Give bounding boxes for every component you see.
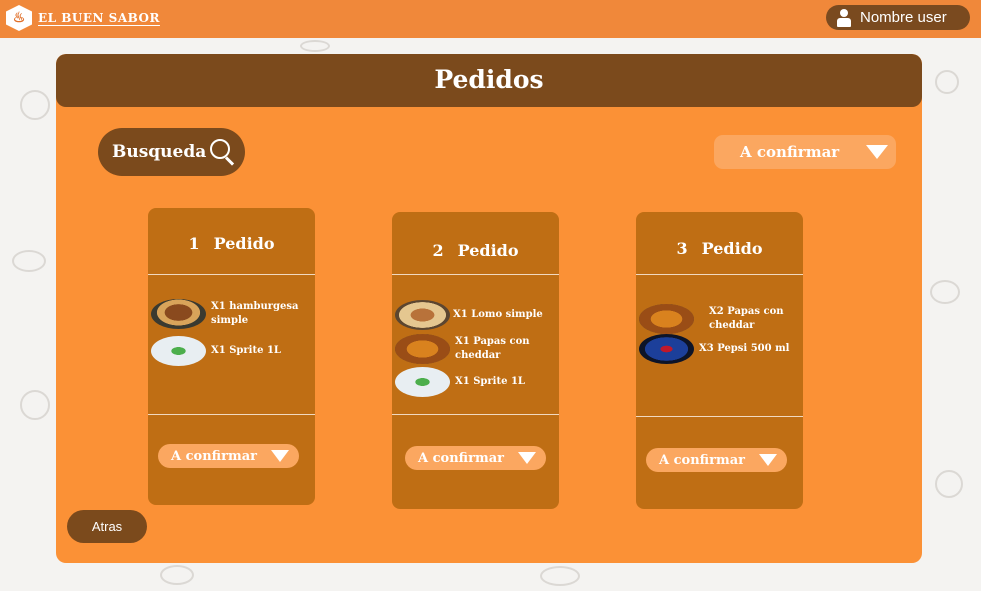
hamburger-image	[151, 299, 206, 329]
divider	[148, 414, 315, 415]
sprite-bottle-image	[395, 367, 450, 397]
divider	[636, 416, 803, 417]
order-item: X1 Sprite 1L	[151, 336, 281, 366]
user-menu-button[interactable]: Nombre user	[826, 5, 970, 30]
order-item-text: X3 Pepsi 500 ml	[699, 343, 790, 354]
status-filter-value: A confirmar	[740, 143, 840, 161]
order-card-2: 2 Pedido X1 Lomo simple X1 Papas con ched…	[392, 212, 559, 509]
brand-logo-icon: ♨	[6, 5, 32, 31]
order-number: 1	[188, 234, 200, 253]
top-bar: ♨ EL BUEN SABOR Nombre user	[0, 0, 981, 38]
search-icon	[210, 139, 236, 165]
lomo-sandwich-image	[395, 300, 450, 330]
divider	[148, 274, 315, 275]
back-label: Atras	[91, 519, 123, 534]
order-label: Pedido	[213, 234, 275, 253]
chevron-down-icon	[271, 450, 289, 462]
panel-header: Pedidos	[56, 54, 922, 107]
order-item-text: X1 hamburgesa simple	[211, 301, 299, 326]
order-status-value: A confirmar	[659, 452, 745, 468]
order-item-text: X1 Sprite 1L	[211, 345, 281, 356]
order-label: Pedido	[457, 241, 519, 260]
order-number: 2	[432, 241, 444, 260]
divider	[392, 414, 559, 415]
order-item: X1 hamburgesa simple	[151, 299, 311, 329]
fries-cheddar-image	[395, 334, 450, 364]
chevron-down-icon	[866, 145, 888, 159]
order-status-dropdown[interactable]: A confirmar	[405, 446, 546, 470]
order-card-1: 1 Pedido X1 hamburgesa simple X1 Sprite 1…	[148, 208, 315, 505]
user-icon	[837, 8, 851, 27]
sprite-bottle-image	[151, 336, 206, 366]
order-item: X3 Pepsi 500 ml	[639, 334, 789, 364]
order-number: 3	[676, 239, 688, 258]
order-item-text: X1 Lomo simple	[453, 309, 543, 320]
fries-cheddar-image	[639, 304, 694, 334]
chevron-down-icon	[759, 454, 777, 466]
order-label: Pedido	[701, 239, 763, 258]
order-title: 1 Pedido	[148, 234, 315, 253]
search-button[interactable]: Busqueda	[98, 128, 245, 176]
brand[interactable]: ♨ EL BUEN SABOR	[6, 5, 160, 31]
order-card-3: 3 Pedido X2 Papas con cheddar X3 Pepsi 50…	[636, 212, 803, 509]
order-status-dropdown[interactable]: A confirmar	[158, 444, 299, 468]
order-item: X1 Lomo simple	[395, 300, 543, 330]
order-title: 3 Pedido	[636, 239, 803, 258]
order-item-text: X1 Sprite 1L	[455, 376, 525, 387]
order-item-text: X2 Papas con cheddar	[709, 306, 784, 331]
order-item: X1 Papas con cheddar	[395, 334, 545, 364]
user-name: Nombre user	[860, 9, 947, 26]
brand-name: EL BUEN SABOR	[38, 11, 160, 25]
search-label: Busqueda	[112, 142, 207, 162]
order-status-dropdown[interactable]: A confirmar	[646, 448, 787, 472]
divider	[636, 274, 803, 275]
order-title: 2 Pedido	[392, 241, 559, 260]
order-status-value: A confirmar	[418, 450, 504, 466]
chevron-down-icon	[518, 452, 536, 464]
divider	[392, 274, 559, 275]
back-button[interactable]: Atras	[67, 510, 147, 543]
order-item: X2 Papas con cheddar	[639, 304, 794, 334]
pepsi-can-image	[639, 334, 694, 364]
orders-panel: Pedidos Busqueda A confirmar 1 Pedido X1 …	[56, 54, 922, 563]
status-filter-dropdown[interactable]: A confirmar	[714, 135, 896, 169]
page-title: Pedidos	[434, 65, 544, 94]
order-status-value: A confirmar	[171, 448, 257, 464]
order-item-text: X1 Papas con cheddar	[455, 336, 530, 361]
order-item: X1 Sprite 1L	[395, 367, 525, 397]
